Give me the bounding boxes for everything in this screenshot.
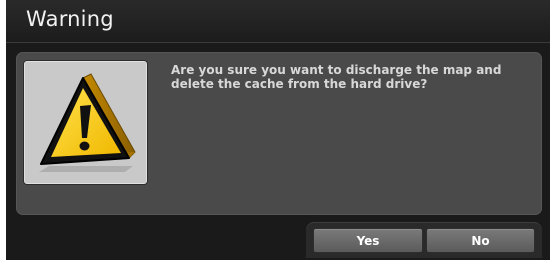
warning-triangle-icon [39, 73, 136, 172]
dialog-content-panel: Are you sure you want to discharge the m… [16, 52, 542, 215]
dialog-title: Warning [26, 7, 114, 31]
warning-icon-box [24, 61, 147, 184]
no-button[interactable]: No [426, 228, 535, 253]
dialog-message: Are you sure you want to discharge the m… [171, 63, 502, 91]
yes-button[interactable]: Yes [313, 228, 423, 253]
warning-dialog: Warning Are you sure you want to dischar… [6, 0, 550, 260]
dialog-button-bar: Yes No [306, 222, 542, 258]
dialog-title-bar: Warning [6, 0, 550, 43]
